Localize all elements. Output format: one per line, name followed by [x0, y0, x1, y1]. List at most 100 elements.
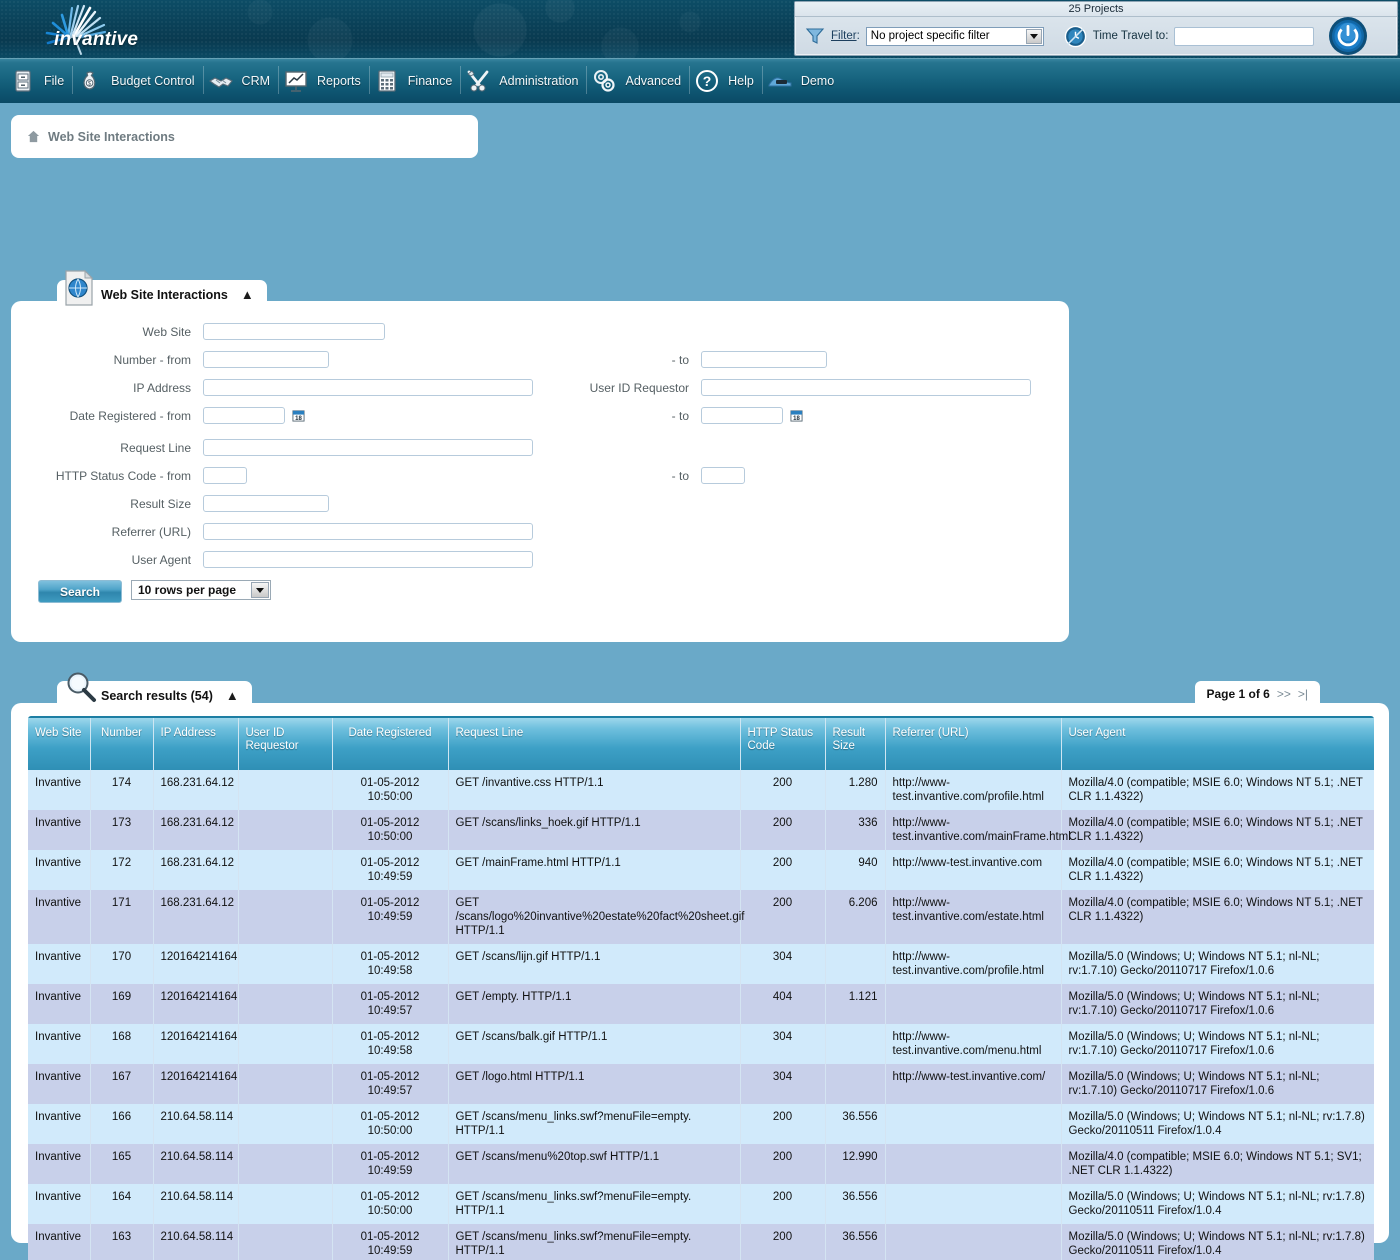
cell-user-id-requestor: [238, 890, 332, 944]
cell-request-line: GET /scans/menu%20top.swf HTTP/1.1: [448, 1144, 740, 1184]
column-header-number[interactable]: Number: [90, 718, 153, 770]
funnel-icon: [805, 26, 825, 46]
cell-user-agent: Mozilla/5.0 (Windows; U; Windows NT 5.1;…: [1061, 1224, 1374, 1260]
column-header-result-size[interactable]: Result Size: [825, 718, 885, 770]
time-travel-input[interactable]: [1174, 27, 1314, 46]
http-status-to-input[interactable]: [701, 467, 745, 484]
menu-item-budget-control[interactable]: $ Budget Control: [73, 58, 203, 103]
brand-name: invantive: [54, 29, 138, 51]
chevron-up-icon[interactable]: ▲: [226, 689, 239, 702]
calendar-icon[interactable]: 18: [292, 409, 305, 422]
main-menu-bar: File $ Budget Control CRM Reports: [0, 58, 1400, 103]
cell-number: 165: [90, 1144, 153, 1184]
svg-text:18: 18: [295, 416, 302, 422]
menu-item-file[interactable]: File: [6, 58, 73, 103]
column-header-referrer-url[interactable]: Referrer (URL): [885, 718, 1061, 770]
number-to-input[interactable]: [701, 351, 827, 368]
result-size-input[interactable]: [203, 495, 329, 512]
table-row[interactable]: Invantive16912016421416401-05-2012 10:49…: [28, 984, 1374, 1024]
chevron-down-icon[interactable]: [1026, 29, 1042, 44]
cell-web-site: Invantive: [28, 890, 90, 944]
menu-item-administration[interactable]: Administration: [461, 58, 587, 103]
cell-date-registered: 01-05-2012 10:50:00: [332, 810, 448, 850]
money-bag-icon: $: [77, 68, 103, 94]
column-header-ip-address[interactable]: IP Address: [153, 718, 238, 770]
calendar-icon[interactable]: 18: [790, 409, 803, 422]
filter-label[interactable]: Filter:: [831, 30, 860, 42]
column-header-http-status-code[interactable]: HTTP Status Code: [740, 718, 825, 770]
table-row[interactable]: Invantive174168.231.64.1201-05-2012 10:5…: [28, 770, 1374, 810]
cell-result-size: [825, 1064, 885, 1104]
label-http-status-to: - to: [571, 469, 689, 483]
menu-item-advanced[interactable]: Advanced: [587, 58, 690, 103]
cell-user-id-requestor: [238, 984, 332, 1024]
date-registered-to-input[interactable]: [701, 407, 783, 424]
table-row[interactable]: Invantive165210.64.58.11401-05-2012 10:4…: [28, 1144, 1374, 1184]
date-registered-from-input[interactable]: [203, 407, 285, 424]
cell-date-registered: 01-05-2012 10:49:58: [332, 944, 448, 984]
column-header-user-id-requestor[interactable]: User ID Requestor: [238, 718, 332, 770]
cell-referrer-url: [885, 1184, 1061, 1224]
chevron-down-icon[interactable]: [251, 582, 269, 598]
cell-date-registered: 01-05-2012 10:49:59: [332, 890, 448, 944]
power-button-icon[interactable]: [1328, 16, 1368, 56]
cell-user-id-requestor: [238, 1144, 332, 1184]
menu-item-demo[interactable]: Demo: [763, 58, 843, 103]
user-agent-input[interactable]: [203, 551, 533, 568]
number-from-input[interactable]: [203, 351, 329, 368]
cell-referrer-url: http://www-test.invantive.com/profile.ht…: [885, 944, 1061, 984]
time-travel-label: Time Travel to:: [1093, 30, 1169, 42]
cell-user-agent: Mozilla/5.0 (Windows; U; Windows NT 5.1;…: [1061, 944, 1374, 984]
search-button[interactable]: Search: [38, 580, 122, 603]
referrer-url-input[interactable]: [203, 523, 533, 540]
cell-result-size: [825, 944, 885, 984]
column-header-request-line[interactable]: Request Line: [448, 718, 740, 770]
table-row[interactable]: Invantive163210.64.58.11401-05-2012 10:4…: [28, 1224, 1374, 1260]
cell-number: 170: [90, 944, 153, 984]
menu-item-finance[interactable]: Finance: [370, 58, 461, 103]
cell-date-registered: 01-05-2012 10:49:59: [332, 1224, 448, 1260]
cell-web-site: Invantive: [28, 810, 90, 850]
rows-per-page-select[interactable]: 10 rows per page: [131, 580, 271, 600]
request-line-input[interactable]: [203, 439, 533, 456]
table-row[interactable]: Invantive164210.64.58.11401-05-2012 10:5…: [28, 1184, 1374, 1224]
web-site-input[interactable]: [203, 323, 385, 340]
pager-next-button[interactable]: >>: [1277, 687, 1291, 701]
breadcrumb-text[interactable]: Web Site Interactions: [48, 130, 175, 144]
cell-referrer-url: http://www-test.invantive.com/estate.htm…: [885, 890, 1061, 944]
tab-web-site-interactions[interactable]: Web Site Interactions ▲: [57, 280, 267, 309]
cell-http-status-code: 200: [740, 1224, 825, 1260]
cell-result-size: 36.556: [825, 1224, 885, 1260]
pager-last-button[interactable]: >|: [1298, 687, 1308, 701]
menu-item-crm[interactable]: CRM: [204, 58, 279, 103]
table-row[interactable]: Invantive16812016421416401-05-2012 10:49…: [28, 1024, 1374, 1064]
table-row[interactable]: Invantive166210.64.58.11401-05-2012 10:5…: [28, 1104, 1374, 1144]
brand-logo[interactable]: invantive: [28, 2, 158, 56]
column-header-web-site[interactable]: Web Site: [28, 718, 90, 770]
cell-referrer-url: [885, 1104, 1061, 1144]
table-row[interactable]: Invantive171168.231.64.1201-05-2012 10:4…: [28, 890, 1374, 944]
table-row[interactable]: Invantive173168.231.64.1201-05-2012 10:5…: [28, 810, 1374, 850]
chevron-up-icon[interactable]: ▲: [241, 288, 254, 301]
table-row[interactable]: Invantive16712016421416401-05-2012 10:49…: [28, 1064, 1374, 1104]
column-header-date-registered[interactable]: Date Registered: [332, 718, 448, 770]
tab-search-results[interactable]: Search results (54) ▲: [57, 681, 252, 710]
user-id-requestor-input[interactable]: [701, 379, 1031, 396]
cell-user-id-requestor: [238, 850, 332, 890]
table-row[interactable]: Invantive172168.231.64.1201-05-2012 10:4…: [28, 850, 1374, 890]
cell-user-agent: Mozilla/5.0 (Windows; U; Windows NT 5.1;…: [1061, 1024, 1374, 1064]
project-filter-select[interactable]: No project specific filter: [866, 27, 1044, 46]
column-header-user-agent[interactable]: User Agent: [1061, 718, 1374, 770]
menu-item-help[interactable]: ? Help: [690, 58, 763, 103]
cell-http-status-code: 404: [740, 984, 825, 1024]
http-status-from-input[interactable]: [203, 467, 247, 484]
question-mark-icon: ?: [694, 68, 720, 94]
home-icon[interactable]: [27, 130, 40, 143]
cell-request-line: GET /scans/menu_links.swf?menuFile=empty…: [448, 1104, 740, 1144]
clock-icon[interactable]: [1064, 25, 1087, 48]
cell-web-site: Invantive: [28, 770, 90, 810]
table-row[interactable]: Invantive17012016421416401-05-2012 10:49…: [28, 944, 1374, 984]
cell-date-registered: 01-05-2012 10:50:00: [332, 1184, 448, 1224]
menu-item-reports[interactable]: Reports: [279, 58, 370, 103]
pager-page-text: Page 1 of 6: [1207, 687, 1270, 701]
